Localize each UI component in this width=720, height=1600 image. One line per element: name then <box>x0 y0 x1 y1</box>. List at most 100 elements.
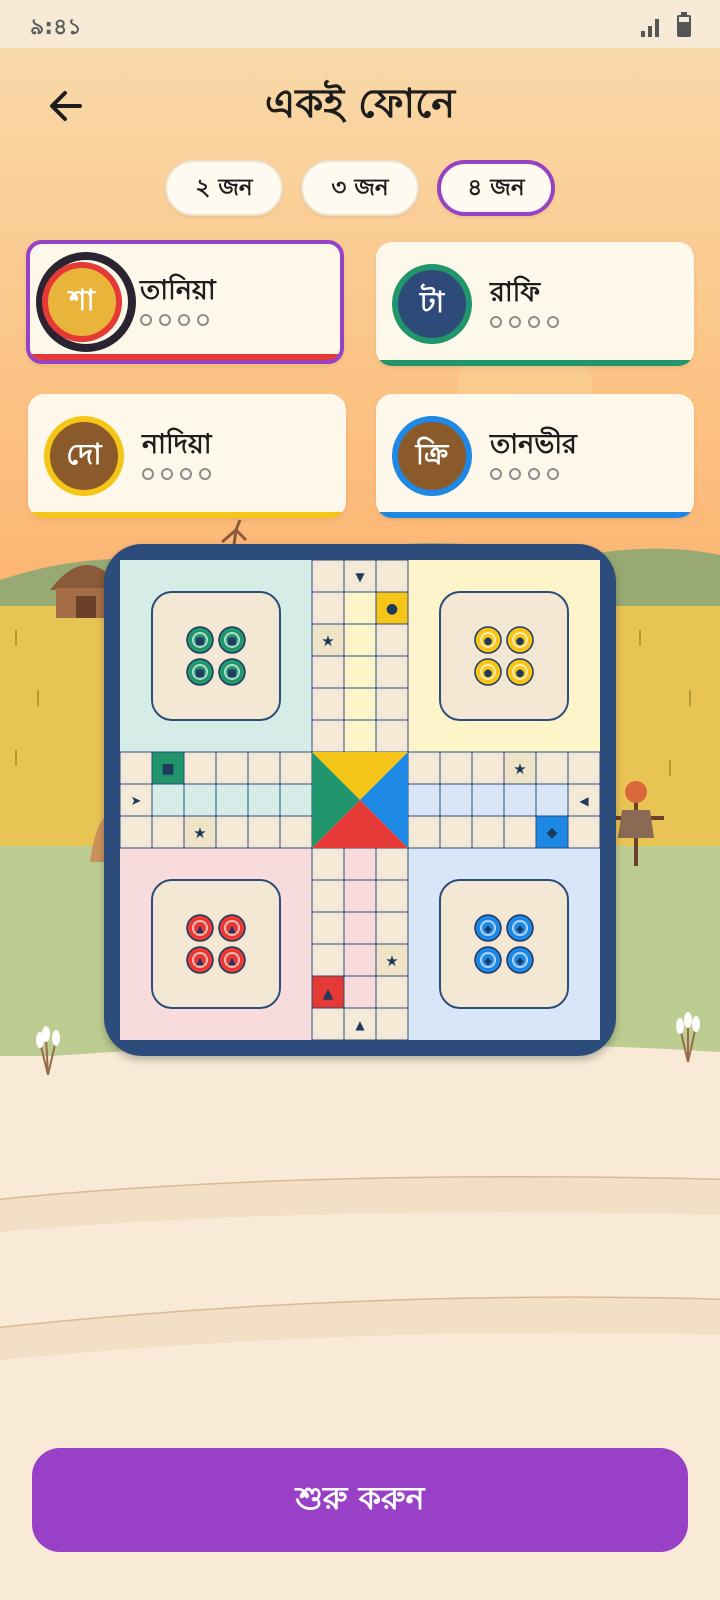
yellow-home-column-cell <box>343 655 377 689</box>
track-cell <box>183 751 217 785</box>
avatar: শা <box>42 262 122 342</box>
track-cell <box>311 911 345 945</box>
blue-token-symbol: ◆ <box>516 956 524 967</box>
player-card-3[interactable]: দো নাদিয়া <box>28 394 346 518</box>
start-game-button[interactable]: শুরু করুন <box>32 1448 688 1552</box>
player-color-bar <box>30 354 340 360</box>
green-home-yard <box>151 591 281 721</box>
player-count-selector: ২ জন ৩ জন ৪ জন <box>0 160 720 216</box>
track-cell <box>375 687 409 721</box>
status-icons <box>640 12 692 38</box>
track-cell <box>503 815 537 849</box>
green-token-symbol: ■ <box>195 636 204 647</box>
signal-icon <box>641 19 659 37</box>
blue-home-column-cell <box>535 783 569 817</box>
yellow-home-yard <box>439 591 569 721</box>
track-cell <box>311 719 345 753</box>
progress-dot <box>161 468 173 480</box>
safe-star-icon: ★ <box>385 952 398 970</box>
green-home-column-cell <box>279 783 313 817</box>
track-cell <box>375 879 409 913</box>
yellow-home-column-cell <box>343 591 377 625</box>
red-home-column-cell <box>343 943 377 977</box>
yellow-home-column-cell <box>343 623 377 657</box>
player-card-1[interactable]: শা তানিয়া <box>26 240 344 364</box>
blue-home-column-cell <box>471 783 505 817</box>
track-cell <box>439 815 473 849</box>
red-home-column-cell <box>343 879 377 913</box>
ludo-board-grid: ■ ■ ■ ■ ● ● ● ● ▲ ▲ ▲ ▲ ◆ ◆ ◆ ◆ ● ■ ▲ ◆ ★ ★ ★ ★ ▼ ➤ ◀ ▲ <box>120 560 600 1040</box>
yellow-token-symbol: ● <box>484 668 493 679</box>
progress-dot <box>490 316 502 328</box>
progress-dot <box>490 468 502 480</box>
blue-home-column-cell <box>439 783 473 817</box>
track-cell <box>151 815 185 849</box>
player-card-2[interactable]: টা রাফি <box>376 242 694 366</box>
track-cell <box>120 751 153 785</box>
player-count-option-2[interactable]: ২ জন <box>165 160 283 216</box>
player-card-4[interactable]: ক্রি তানভীর <box>376 394 694 518</box>
progress-dot <box>547 468 559 480</box>
track-cell <box>311 847 345 881</box>
track-cell <box>375 911 409 945</box>
track-cell <box>471 751 505 785</box>
track-cell <box>311 879 345 913</box>
token-progress-dots <box>142 468 211 480</box>
progress-dot <box>142 468 154 480</box>
status-bar: ৯:৪১ <box>0 0 720 48</box>
green-token-symbol: ■ <box>195 668 204 679</box>
green-token-symbol: ■ <box>227 668 236 679</box>
player-name: নাদিয়া <box>142 429 212 460</box>
progress-dot <box>509 316 521 328</box>
yellow-token-symbol: ● <box>516 636 525 647</box>
track-cell <box>375 1007 409 1040</box>
track-cell <box>311 1007 345 1040</box>
arrow-left-icon: ◀ <box>579 794 589 808</box>
track-cell <box>375 847 409 881</box>
player-count-option-3[interactable]: ৩ জন <box>301 160 419 216</box>
track-cell <box>311 687 345 721</box>
blue-token-symbol: ◆ <box>484 956 492 967</box>
red-token-symbol: ▲ <box>228 956 236 967</box>
player-count-option-4[interactable]: ৪ জন <box>437 160 555 216</box>
green-token-symbol: ■ <box>227 636 236 647</box>
blue-start-marker: ◆ <box>547 825 558 841</box>
blue-home-column-cell <box>503 783 537 817</box>
green-home-column-cell <box>151 783 185 817</box>
blue-token-symbol: ◆ <box>484 924 492 935</box>
track-cell <box>407 751 441 785</box>
track-cell <box>279 751 313 785</box>
player-color-bar <box>376 360 694 366</box>
battery-icon <box>677 12 691 37</box>
yellow-home-column-cell <box>343 687 377 721</box>
player-name: রাফি <box>490 277 541 308</box>
safe-star-icon: ★ <box>513 760 526 778</box>
safe-star-icon: ★ <box>193 824 206 842</box>
page-title: একই ফোনে <box>264 81 456 127</box>
blue-token-symbol: ◆ <box>516 924 524 935</box>
track-cell <box>375 560 409 593</box>
red-home-column-cell <box>343 847 377 881</box>
track-cell <box>247 815 281 849</box>
track-cell <box>215 751 249 785</box>
track-cell <box>375 623 409 657</box>
blue-home-yard <box>439 879 569 1009</box>
track-cell <box>375 655 409 689</box>
track-cell <box>439 751 473 785</box>
progress-dot <box>547 316 559 328</box>
track-cell <box>311 591 345 625</box>
yellow-start-marker: ● <box>386 601 398 617</box>
progress-dot <box>199 468 211 480</box>
track-cell <box>471 815 505 849</box>
safe-star-icon: ★ <box>321 632 334 650</box>
progress-dot <box>159 314 171 326</box>
red-home-column-cell <box>343 911 377 945</box>
token-progress-dots <box>140 314 209 326</box>
track-cell <box>567 751 600 785</box>
red-home-yard <box>151 879 281 1009</box>
arrow-down-icon: ▼ <box>355 570 365 584</box>
player-name: তানভীর <box>490 429 577 460</box>
yellow-token-symbol: ● <box>484 636 493 647</box>
green-home-column-cell <box>247 783 281 817</box>
progress-dot <box>178 314 190 326</box>
